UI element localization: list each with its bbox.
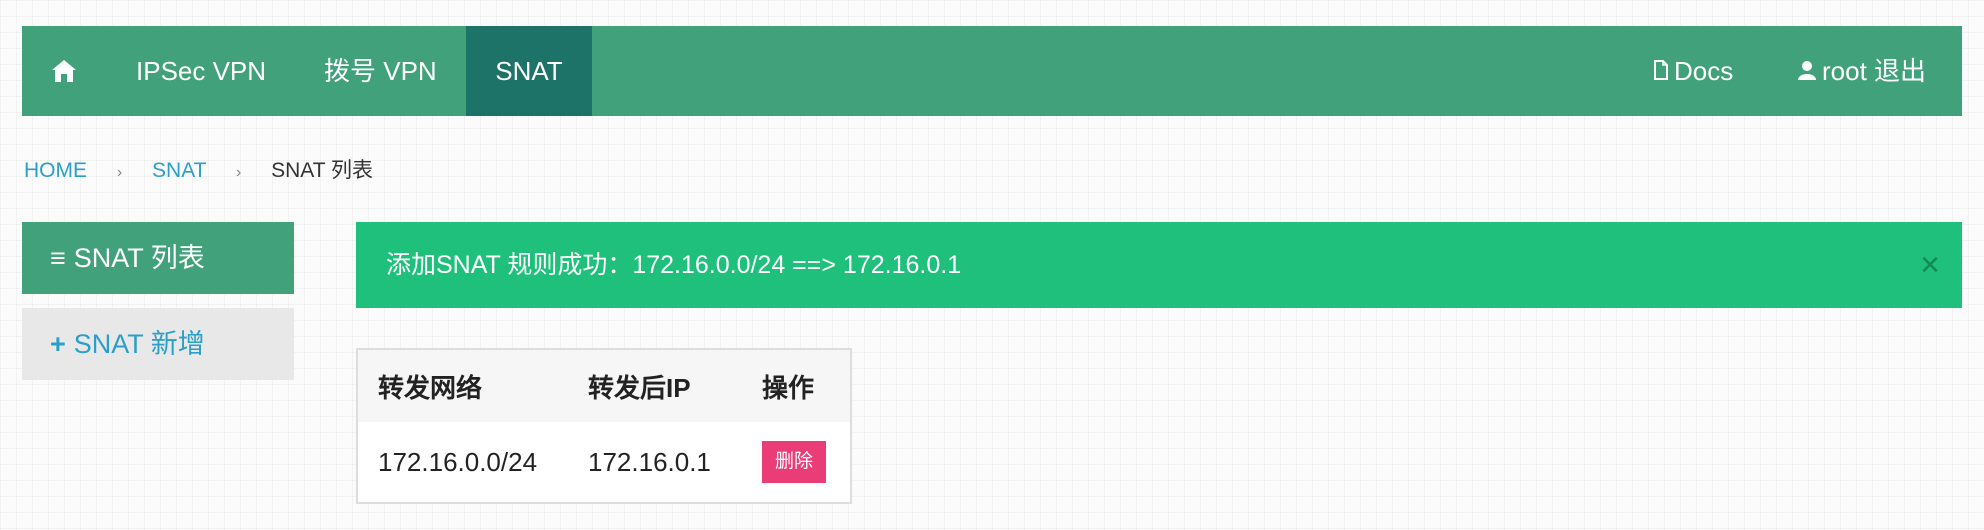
- home-icon: [51, 56, 77, 86]
- top-navbar: IPSec VPN 拨号 VPN SNAT Docs root 退出: [22, 26, 1962, 116]
- breadcrumb-home[interactable]: HOME: [24, 159, 87, 182]
- column-header-action: 操作: [742, 350, 850, 422]
- cell-action: 删除: [742, 422, 850, 502]
- list-icon: ≡: [50, 243, 66, 273]
- alert-message: 添加SNAT 规则成功：172.16.0.0/24 ==> 172.16.0.1: [386, 251, 962, 279]
- breadcrumb-snat[interactable]: SNAT: [152, 159, 206, 182]
- sidebar-item-label: SNAT 列表: [73, 243, 205, 273]
- column-header-ip: 转发后IP: [568, 350, 742, 422]
- sidebar-item-snat-add[interactable]: + SNAT 新增: [22, 308, 294, 380]
- nav-user-logout[interactable]: root 退出: [1798, 26, 1926, 116]
- nav-item-ipsec-vpn[interactable]: IPSec VPN: [136, 26, 266, 116]
- user-icon: [1798, 26, 1816, 116]
- sidebar-item-snat-list[interactable]: ≡ SNAT 列表: [22, 222, 294, 294]
- nav-home[interactable]: [22, 26, 106, 116]
- breadcrumb-separator: ›: [116, 164, 123, 181]
- breadcrumb-separator: ›: [235, 164, 242, 181]
- document-icon: [1654, 26, 1668, 116]
- success-alert: 添加SNAT 规则成功：172.16.0.0/24 ==> 172.16.0.1…: [356, 222, 1962, 308]
- breadcrumb: HOME › SNAT › SNAT 列表: [24, 156, 373, 186]
- delete-button[interactable]: 删除: [762, 441, 826, 483]
- nav-item-dial-vpn[interactable]: 拨号 VPN: [324, 26, 437, 116]
- docs-label: Docs: [1674, 56, 1734, 86]
- cell-network: 172.16.0.0/24: [358, 422, 568, 502]
- snat-table: 转发网络 转发后IP 操作 172.16.0.0/24 172.16.0.1 删…: [356, 348, 852, 504]
- breadcrumb-current: SNAT 列表: [271, 159, 374, 182]
- table-row: 172.16.0.0/24 172.16.0.1 删除: [358, 422, 850, 502]
- column-header-network: 转发网络: [358, 350, 568, 422]
- table-header-row: 转发网络 转发后IP 操作: [358, 350, 850, 422]
- nav-docs-link[interactable]: Docs: [1654, 26, 1733, 116]
- user-logout-label: root 退出: [1822, 56, 1927, 86]
- nav-item-snat[interactable]: SNAT: [466, 26, 592, 116]
- sidebar-item-label: SNAT 新增: [73, 329, 205, 359]
- close-icon[interactable]: ×: [1920, 222, 1940, 308]
- cell-ip: 172.16.0.1: [568, 422, 742, 502]
- plus-icon: +: [50, 329, 66, 359]
